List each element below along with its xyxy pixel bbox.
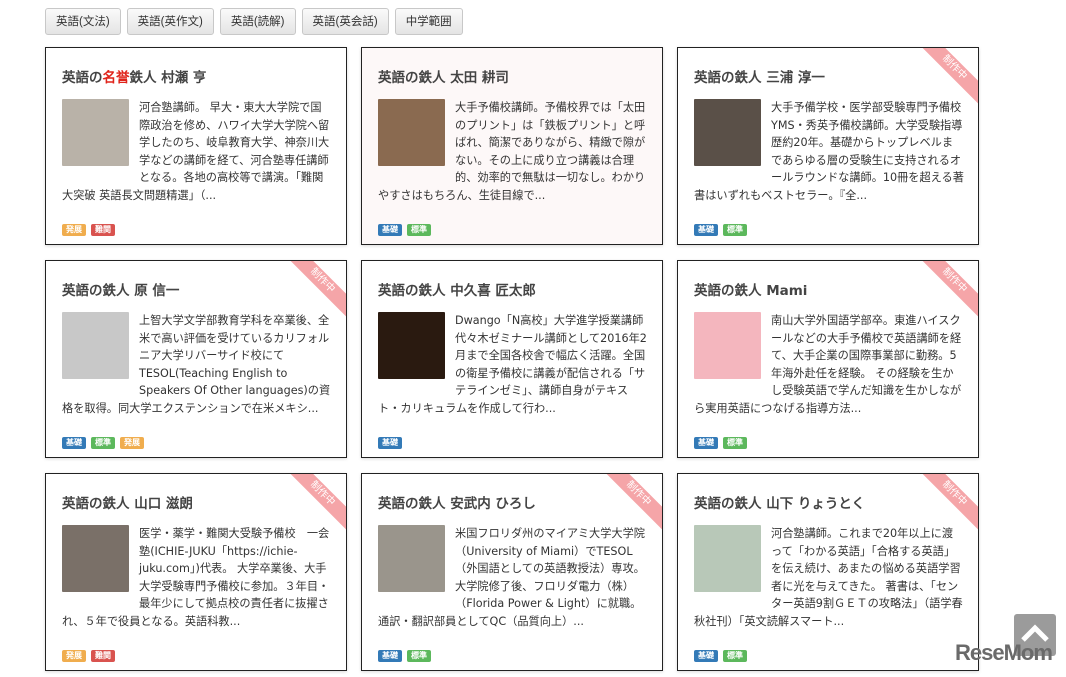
card-body: 河合塾講師。 早大・東大大学院で国際政治を修め、ハワイ大学大学院へ留学したのち、…: [62, 99, 332, 205]
card-title[interactable]: 英語の鉄人 Mami: [694, 279, 807, 299]
card-body: 河合塾講師。これまで20年以上に渡って「わかる英語」「合格する英語」を伝え続け、…: [694, 525, 964, 631]
teacher-photo: [378, 525, 445, 592]
title-text: 英語の鉄人 原 信一: [62, 283, 180, 299]
title-text: 英語の: [62, 70, 103, 86]
card-title[interactable]: 英語の名誉鉄人 村瀬 亨: [62, 66, 206, 86]
title-text: 英語の鉄人 中久喜 匠太郎: [378, 283, 536, 299]
level-tags: 基礎 標準: [694, 437, 747, 449]
resemom-logo: ReseMom: [955, 640, 1053, 665]
level-tags: 基礎 標準: [694, 224, 747, 236]
level-tag: 標準: [723, 224, 747, 236]
card-body: 米国フロリダ州のマイアミ大学大学院（University of Miami）でT…: [378, 525, 648, 631]
card-title[interactable]: 英語の鉄人 安武内 ひろし: [378, 492, 536, 512]
level-tag: 標準: [723, 650, 747, 662]
teacher-photo: [62, 312, 129, 379]
teacher-photo: [694, 312, 761, 379]
teacher-grid: 英語の名誉鉄人 村瀬 亨 河合塾講師。 早大・東大大学院で国際政治を修め、ハワイ…: [45, 47, 979, 671]
level-tag: 基礎: [378, 437, 402, 449]
level-tags: 発展 難関: [62, 224, 115, 236]
card-body: 南山大学外国語学部卒。東進ハイスクールなどの大手予備校で英語講師を経て、大手企業…: [694, 312, 964, 418]
level-tags: 基礎 標準: [378, 650, 431, 662]
teacher-photo: [378, 312, 445, 379]
card-title[interactable]: 英語の鉄人 原 信一: [62, 279, 179, 299]
level-tag: 難関: [91, 224, 115, 236]
level-tag: 基礎: [694, 437, 718, 449]
card-body: 医学・薬学・難関大受験予備校 一会塾(ICHIE-JUKU「https://ic…: [62, 525, 332, 631]
teacher-card[interactable]: 英語の鉄人 安武内 ひろし 米国フロリダ州のマイアミ大学大学院（Universi…: [361, 473, 663, 671]
level-tags: 基礎 標準 発展: [62, 437, 144, 449]
level-tag: 基礎: [378, 224, 402, 236]
teacher-photo: [62, 99, 129, 166]
teacher-card[interactable]: 英語の鉄人 中久喜 匠太郎 Dwango「N高校」大学進学授業講師 代々木ゼミナ…: [361, 260, 663, 458]
title-text: 英語の鉄人 山下 りょうとく: [694, 496, 865, 512]
filter-button[interactable]: 英語(英作文): [126, 8, 214, 35]
teacher-card[interactable]: 英語の鉄人 三浦 淳一 大手予備学校・医学部受験専門予備校YMS・秀英予備校講師…: [677, 47, 979, 245]
title-text: 英語の鉄人 安武内 ひろし: [378, 496, 536, 512]
level-tag: 発展: [120, 437, 144, 449]
filter-button[interactable]: 英語(読解): [219, 8, 296, 35]
card-title[interactable]: 英語の鉄人 三浦 淳一: [694, 66, 825, 86]
teacher-card[interactable]: 英語の鉄人 山口 滋朗 医学・薬学・難関大受験予備校 一会塾(ICHIE-JUK…: [45, 473, 347, 671]
card-title[interactable]: 英語の鉄人 山口 滋朗: [62, 492, 193, 512]
card-body: 上智大学文学部教育学科を卒業後、全米で高い評価を受けているカリフォルニア大学リバ…: [62, 312, 332, 418]
level-tag: 標準: [723, 437, 747, 449]
card-body: Dwango「N高校」大学進学授業講師 代々木ゼミナール講師として2016年2月…: [378, 312, 648, 418]
level-tag: 発展: [62, 650, 86, 662]
card-title[interactable]: 英語の鉄人 太田 耕司: [378, 66, 509, 86]
title-highlight: 名誉: [102, 70, 130, 86]
title-text: 英語の鉄人 山口 滋朗: [62, 496, 193, 512]
level-tag: 基礎: [694, 650, 718, 662]
title-text: 鉄人 村瀬 亨: [129, 70, 207, 86]
filter-button[interactable]: 英語(英会話): [301, 8, 389, 35]
level-tag: 基礎: [378, 650, 402, 662]
teacher-photo: [694, 525, 761, 592]
card-body: 大手予備学校・医学部受験専門予備校YMS・秀英予備校講師。大学受験指導歴約20年…: [694, 99, 964, 205]
teacher-photo: [378, 99, 445, 166]
teacher-photo: [62, 525, 129, 592]
title-text: 英語の鉄人 太田 耕司: [378, 70, 509, 86]
level-tags: 基礎 標準: [694, 650, 747, 662]
level-tags: 発展 難関: [62, 650, 115, 662]
teacher-card[interactable]: 英語の鉄人 太田 耕司 大手予備校講師。予備校界では「太田のプリント」は「鉄板プ…: [361, 47, 663, 245]
level-tag: 基礎: [694, 224, 718, 236]
title-text: 英語の鉄人 三浦 淳一: [694, 70, 825, 86]
title-text: 英語の鉄人 Mami: [694, 283, 808, 299]
level-tag: 基礎: [62, 437, 86, 449]
level-tag: 標準: [407, 650, 431, 662]
teacher-card[interactable]: 英語の鉄人 原 信一 上智大学文学部教育学科を卒業後、全米で高い評価を受けている…: [45, 260, 347, 458]
card-title[interactable]: 英語の鉄人 山下 りょうとく: [694, 492, 865, 512]
teacher-card[interactable]: 英語の鉄人 Mami 南山大学外国語学部卒。東進ハイスクールなどの大手予備校で英…: [677, 260, 979, 458]
card-title[interactable]: 英語の鉄人 中久喜 匠太郎: [378, 279, 536, 299]
filter-button[interactable]: 英語(文法): [45, 8, 121, 35]
level-tags: 基礎: [378, 437, 402, 449]
level-tags: 基礎 標準: [378, 224, 431, 236]
card-body: 大手予備校講師。予備校界では「太田のプリント」は「鉄板プリント」と呼ばれ、簡潔で…: [378, 99, 648, 205]
teacher-card[interactable]: 英語の名誉鉄人 村瀬 亨 河合塾講師。 早大・東大大学院で国際政治を修め、ハワイ…: [45, 47, 347, 245]
teacher-card[interactable]: 英語の鉄人 山下 りょうとく 河合塾講師。これまで20年以上に渡って「わかる英語…: [677, 473, 979, 671]
level-tag: 難関: [91, 650, 115, 662]
level-tag: 標準: [407, 224, 431, 236]
level-tag: 標準: [91, 437, 115, 449]
level-tag: 発展: [62, 224, 86, 236]
filter-bar: 英語(文法) 英語(英作文) 英語(読解) 英語(英会話) 中学範囲: [45, 8, 463, 35]
filter-button[interactable]: 中学範囲: [394, 8, 463, 35]
teacher-photo: [694, 99, 761, 166]
